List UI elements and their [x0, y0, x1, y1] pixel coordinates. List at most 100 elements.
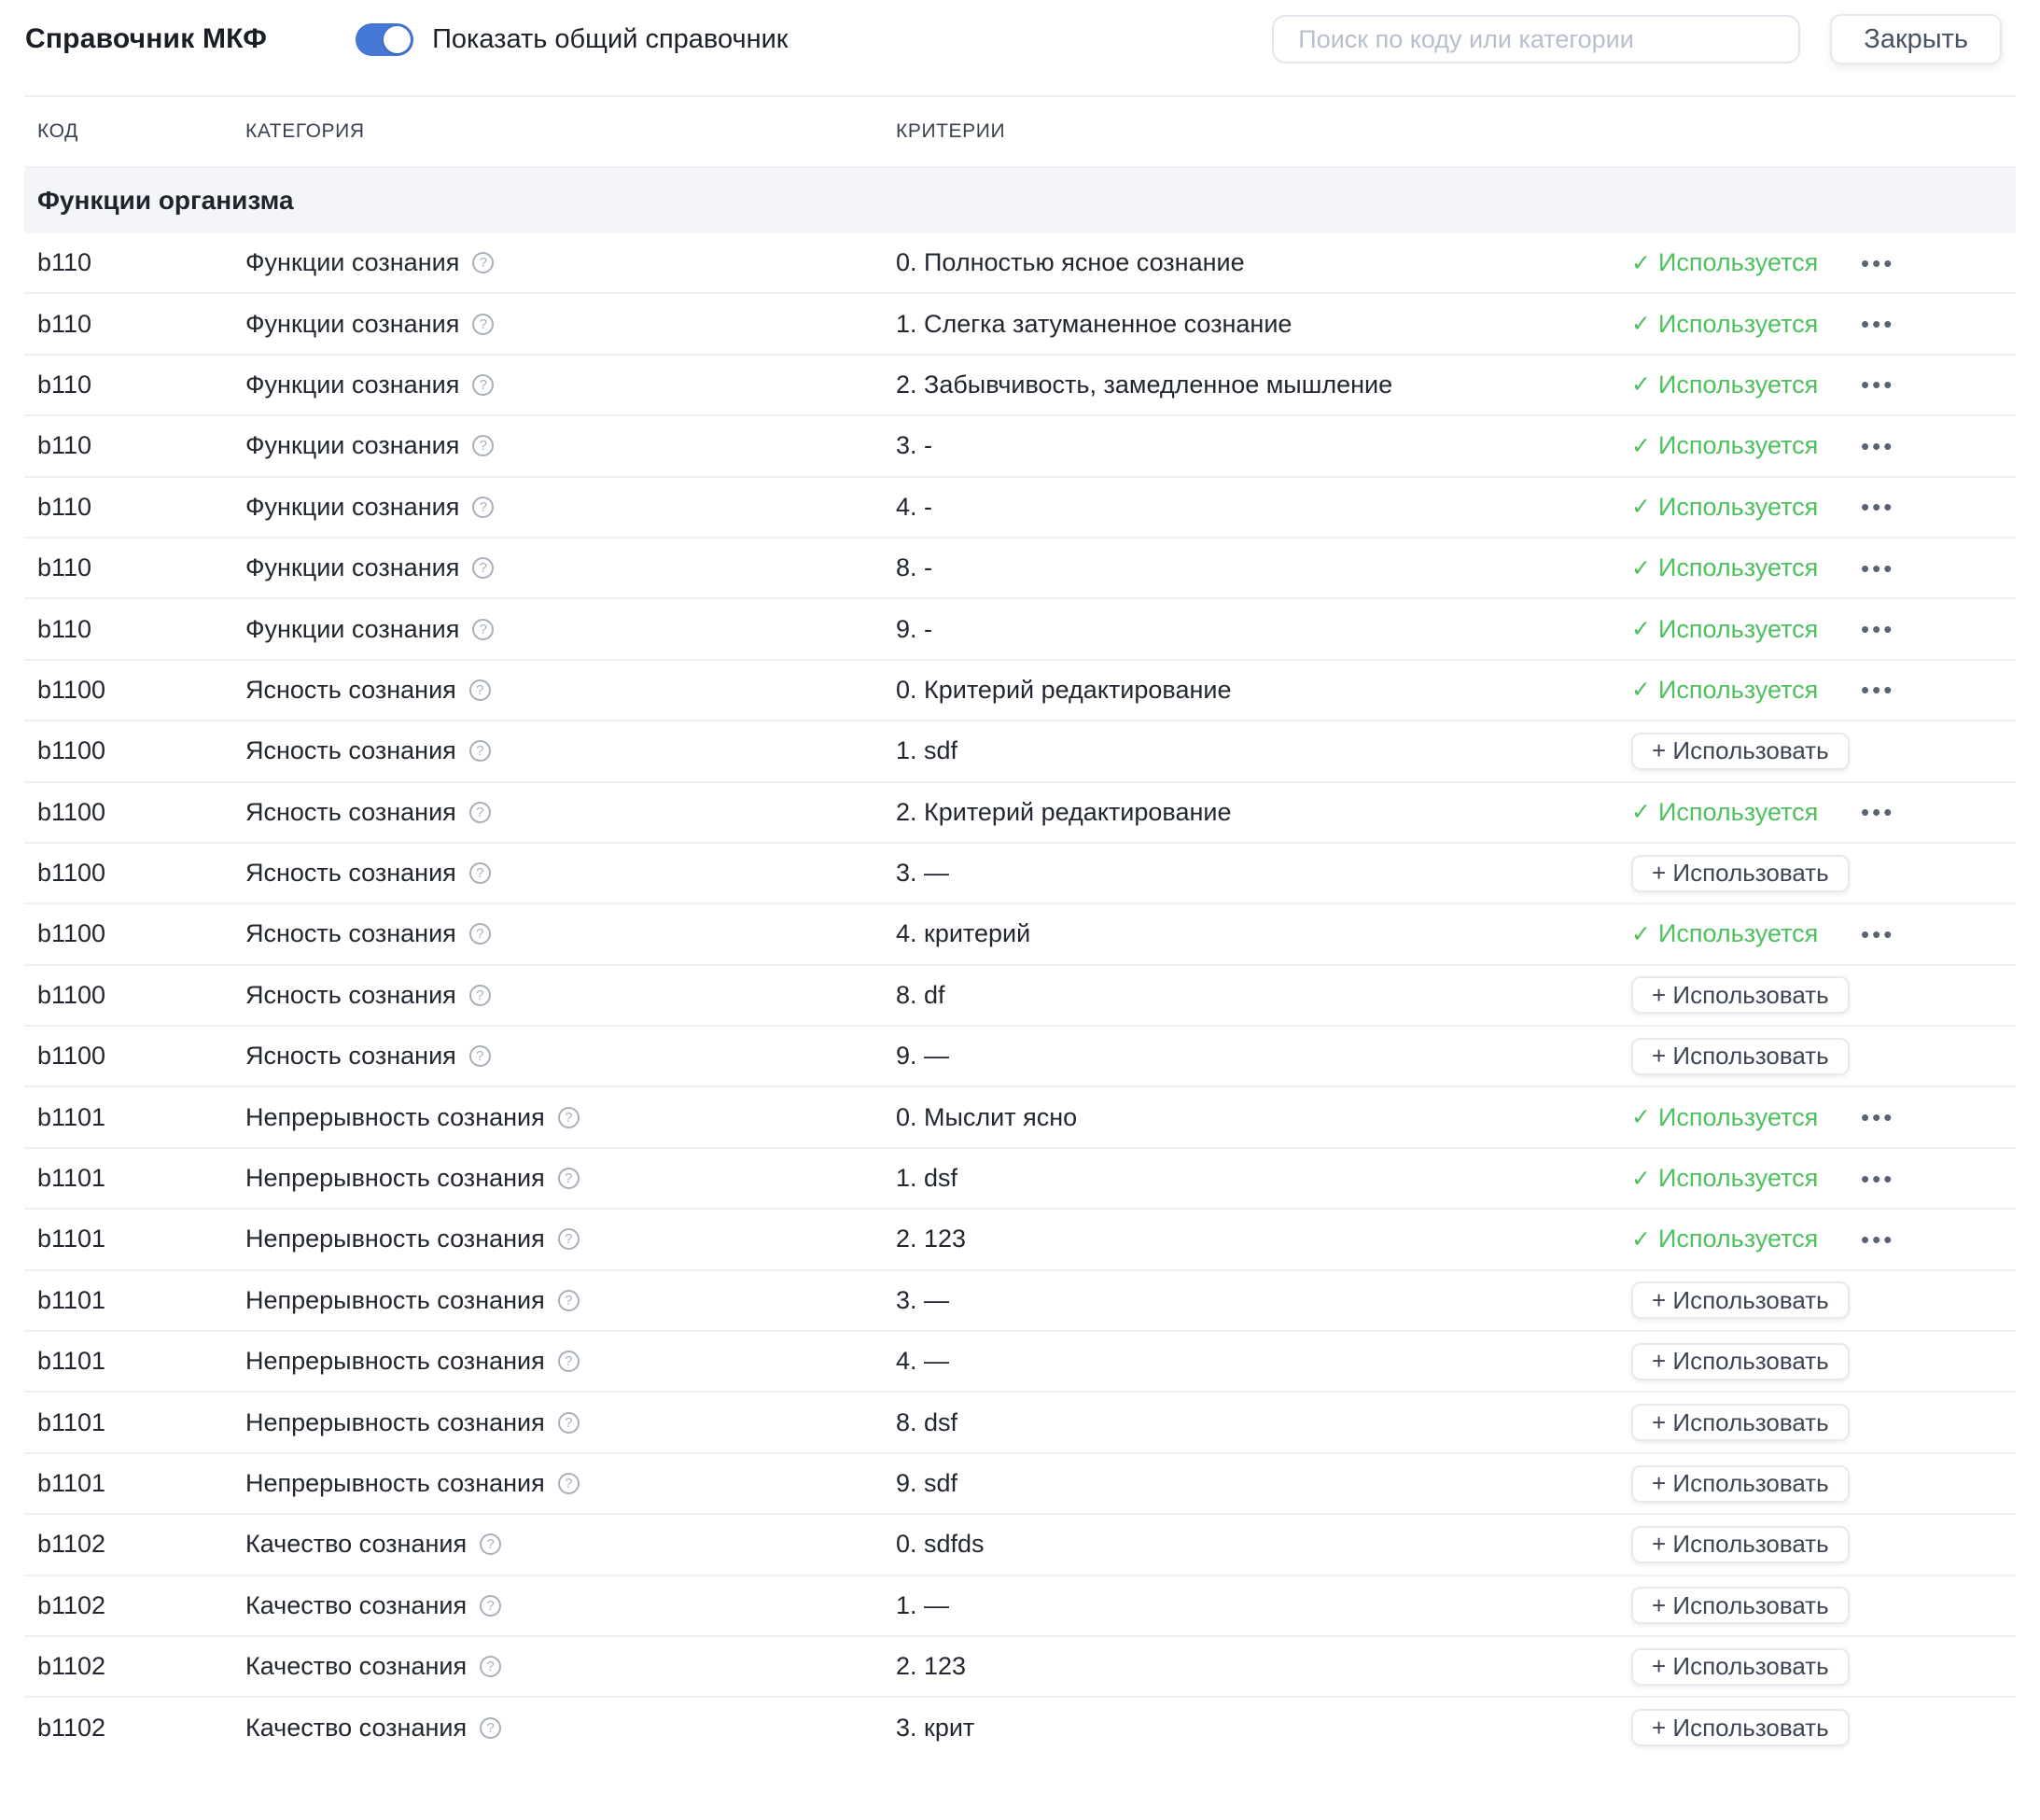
help-icon[interactable]: ?: [469, 802, 491, 823]
table-row: b1102 Качество сознания ? 3. крит + Испо…: [24, 1698, 2016, 1753]
help-icon[interactable]: ?: [480, 1595, 501, 1617]
search-input[interactable]: [1272, 15, 1800, 63]
code-cell: b1100: [24, 1042, 232, 1071]
row-menu-button[interactable]: •••: [1861, 251, 1894, 275]
status-cell: + Использовать: [1611, 1038, 1816, 1075]
row-menu-button[interactable]: •••: [1861, 1167, 1894, 1191]
row-menu-button[interactable]: •••: [1861, 372, 1894, 397]
help-icon[interactable]: ?: [469, 679, 491, 701]
help-icon[interactable]: ?: [469, 740, 491, 762]
use-button[interactable]: + Использовать: [1631, 1465, 1850, 1503]
use-button[interactable]: + Использовать: [1631, 1281, 1850, 1319]
help-icon[interactable]: ?: [480, 1533, 501, 1555]
help-icon[interactable]: ?: [469, 1045, 491, 1067]
help-icon[interactable]: ?: [472, 557, 494, 579]
help-icon[interactable]: ?: [472, 252, 494, 273]
use-button[interactable]: + Использовать: [1631, 1709, 1850, 1746]
use-button[interactable]: + Использовать: [1631, 1038, 1850, 1075]
help-icon[interactable]: ?: [472, 374, 494, 396]
criterion-cell: 0. sdfds: [883, 1530, 1611, 1559]
help-icon[interactable]: ?: [480, 1656, 501, 1677]
row-menu-button[interactable]: •••: [1861, 617, 1894, 641]
use-button[interactable]: + Использовать: [1631, 733, 1850, 770]
help-icon[interactable]: ?: [558, 1412, 580, 1434]
menu-cell: •••: [1816, 617, 2016, 641]
category-cell: Функции сознания ?: [232, 248, 883, 277]
close-button[interactable]: Закрыть: [1830, 14, 2002, 64]
help-icon[interactable]: ?: [469, 862, 491, 884]
table-row: b1102 Качество сознания ? 0. sdfds + Исп…: [24, 1515, 2016, 1575]
code-cell: b1101: [24, 1286, 232, 1315]
row-menu-button[interactable]: •••: [1861, 800, 1894, 824]
category-label: Ясность сознания: [245, 859, 456, 888]
code-cell: b1101: [24, 1164, 232, 1193]
row-menu-button[interactable]: •••: [1861, 1105, 1894, 1129]
category-cell: Качество сознания ?: [232, 1714, 883, 1743]
help-icon[interactable]: ?: [469, 985, 491, 1006]
status-cell: + Использовать: [1611, 1404, 1816, 1441]
help-icon[interactable]: ?: [472, 314, 494, 335]
status-used-badge: ✓ Используется: [1631, 615, 1818, 644]
status-cell: + Использовать: [1611, 1587, 1816, 1624]
category-label: Функции сознания: [245, 553, 459, 582]
code-cell: b1100: [24, 676, 232, 705]
category-cell: Непрерывность сознания ?: [232, 1347, 883, 1376]
category-cell: Качество сознания ?: [232, 1591, 883, 1620]
row-menu-button[interactable]: •••: [1861, 434, 1894, 458]
help-icon[interactable]: ?: [558, 1228, 580, 1250]
status-cell: ✓ Используется: [1611, 798, 1816, 827]
help-icon[interactable]: ?: [469, 923, 491, 945]
criterion-cell: 0. Полностью ясное сознание: [883, 248, 1611, 277]
help-icon[interactable]: ?: [480, 1717, 501, 1739]
category-cell: Ясность сознания ?: [232, 859, 883, 888]
check-icon: ✓: [1631, 676, 1651, 704]
code-cell: b110: [24, 615, 232, 644]
status-used-badge: ✓ Используется: [1631, 493, 1818, 522]
help-icon[interactable]: ?: [472, 619, 494, 640]
help-icon[interactable]: ?: [558, 1290, 580, 1311]
status-used-label: Используется: [1658, 493, 1818, 522]
code-cell: b110: [24, 248, 232, 277]
help-icon[interactable]: ?: [472, 435, 494, 456]
criterion-cell: 2. 123: [883, 1652, 1611, 1681]
row-menu-button[interactable]: •••: [1861, 556, 1894, 581]
status-cell: ✓ Используется: [1611, 615, 1816, 644]
status-used-label: Используется: [1658, 676, 1818, 705]
criterion-cell: 8. dsf: [883, 1408, 1611, 1437]
row-menu-button[interactable]: •••: [1861, 495, 1894, 519]
category-cell: Непрерывность сознания ?: [232, 1103, 883, 1132]
use-button[interactable]: + Использовать: [1631, 976, 1850, 1014]
use-button[interactable]: + Использовать: [1631, 1587, 1850, 1624]
check-icon: ✓: [1631, 798, 1651, 826]
category-label: Качество сознания: [245, 1530, 467, 1559]
help-icon[interactable]: ?: [472, 497, 494, 518]
help-icon[interactable]: ?: [558, 1107, 580, 1128]
row-menu-button[interactable]: •••: [1861, 1227, 1894, 1252]
table-row: b1100 Ясность сознания ? 3. — + Использо…: [24, 844, 2016, 904]
table-row: b1101 Непрерывность сознания ? 9. sdf + …: [24, 1454, 2016, 1515]
status-used-badge: ✓ Используется: [1631, 553, 1818, 582]
table-row: b1101 Непрерывность сознания ? 3. — + Ис…: [24, 1271, 2016, 1332]
show-common-directory-toggle[interactable]: [356, 23, 413, 56]
menu-cell: •••: [1816, 251, 2016, 275]
help-icon[interactable]: ?: [558, 1351, 580, 1372]
use-button[interactable]: + Использовать: [1631, 1648, 1850, 1686]
status-used-label: Используется: [1658, 553, 1818, 582]
status-used-label: Используется: [1658, 1164, 1818, 1193]
table-row: b110 Функции сознания ? 0. Полностью ясн…: [24, 233, 2016, 294]
help-icon[interactable]: ?: [558, 1473, 580, 1494]
criterion-cell: 4. критерий: [883, 919, 1611, 948]
criterion-cell: 3. -: [883, 431, 1611, 460]
row-menu-button[interactable]: •••: [1861, 922, 1894, 946]
menu-cell: •••: [1816, 495, 2016, 519]
row-menu-button[interactable]: •••: [1861, 312, 1894, 336]
criterion-cell: 8. df: [883, 981, 1611, 1010]
category-cell: Непрерывность сознания ?: [232, 1225, 883, 1253]
row-menu-button[interactable]: •••: [1861, 678, 1894, 702]
use-button[interactable]: + Использовать: [1631, 1404, 1850, 1441]
check-icon: ✓: [1631, 615, 1651, 643]
use-button[interactable]: + Использовать: [1631, 1526, 1850, 1563]
use-button[interactable]: + Использовать: [1631, 855, 1850, 892]
use-button[interactable]: + Использовать: [1631, 1343, 1850, 1380]
help-icon[interactable]: ?: [558, 1168, 580, 1189]
